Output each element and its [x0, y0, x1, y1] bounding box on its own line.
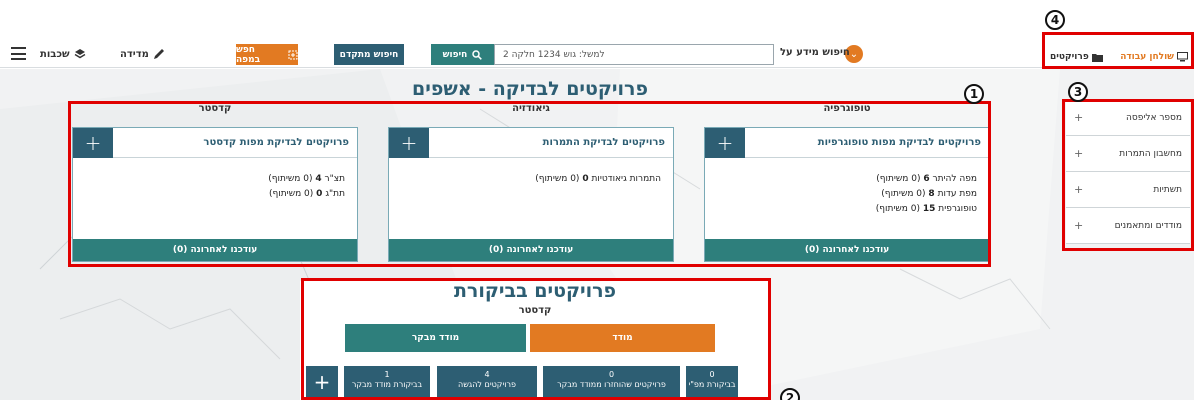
search-button-label: חיפוש — [442, 49, 468, 60]
layers-icon — [74, 49, 85, 59]
search-placeholder: למשל: גוש 1234 חלקה 2 — [503, 49, 605, 60]
callout-box-2 — [301, 278, 771, 400]
callout-number-4: 4 — [1045, 10, 1065, 30]
callout-box-3 — [1062, 99, 1194, 251]
pencil-icon — [153, 49, 164, 59]
callout-box-1 — [68, 101, 991, 267]
search-icon — [472, 49, 483, 60]
map-search-button[interactable]: חפש במפה — [236, 44, 298, 65]
menu-icon[interactable] — [11, 47, 26, 60]
search-on-label: חיפוש מידע על — [780, 47, 850, 58]
map-search-label: חפש במפה — [236, 44, 261, 65]
callout-number-3: 3 — [1068, 82, 1088, 102]
advanced-search-label: חיפוש מתקדם — [339, 49, 399, 60]
search-button[interactable]: חיפוש — [431, 44, 494, 65]
map-select-icon — [288, 50, 298, 59]
callout-box-4 — [1042, 32, 1194, 69]
measure-tool[interactable]: מדידה — [120, 46, 165, 62]
measure-label: מדידה — [120, 48, 149, 60]
advanced-search-button[interactable]: חיפוש מתקדם — [334, 44, 404, 65]
layers-label: שכבות — [40, 48, 70, 60]
page-title: פרויקטים לבדיקה - אשפים — [412, 78, 648, 100]
layers-tool[interactable]: שכבות — [40, 46, 86, 62]
callout-number-1: 1 — [964, 84, 984, 104]
search-input[interactable]: למשל: גוש 1234 חלקה 2 — [494, 44, 774, 65]
